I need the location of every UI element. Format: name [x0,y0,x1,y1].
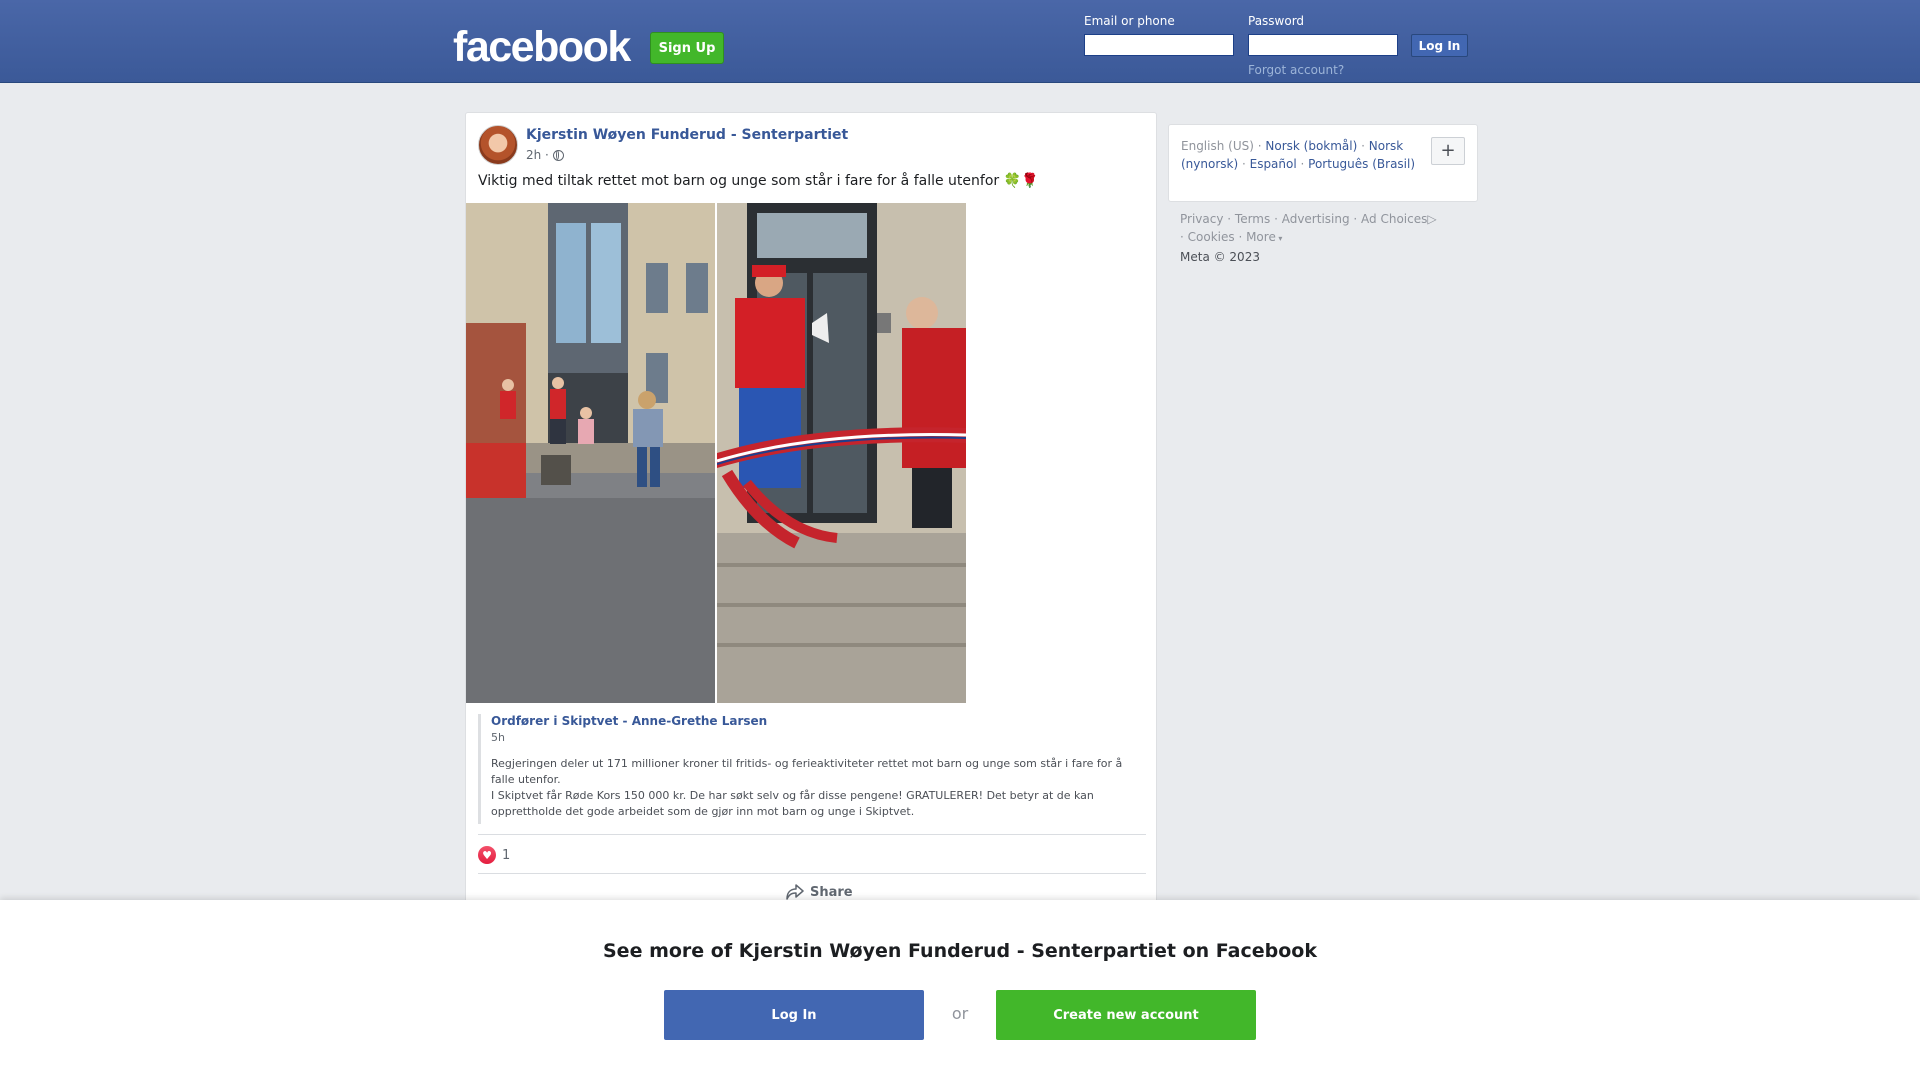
footer-links: Privacy · Terms · Advertising · Ad Choic… [1180,212,1437,264]
shared-post-text-line-2: I Skiptvet får Røde Kors 150 000 kr. De … [491,789,1094,818]
shared-post-author[interactable]: Ordfører i Skiptvet - Anne-Grethe Larsen [491,714,1138,728]
current-language: English (US) [1181,139,1254,153]
reactions-bar[interactable]: ♥ 1 [478,846,510,864]
shared-post[interactable]: Ordfører i Skiptvet - Anne-Grethe Larsen… [478,714,1138,824]
reaction-count: 1 [502,847,511,863]
or-separator: or [951,1004,969,1023]
login-prompt-overlay: See more of Kjerstin Wøyen Funderud - Se… [0,900,1920,1080]
facebook-logo[interactable]: facebook [453,24,631,70]
email-field[interactable] [1084,34,1234,56]
globe-icon [552,149,564,161]
footer-privacy-link[interactable]: Privacy [1180,212,1223,226]
caret-down-icon: ▾ [1275,234,1283,243]
create-account-button[interactable]: Create new account [996,990,1256,1040]
post-meta: 2h · [526,148,564,162]
language-selector: English (US) · Norsk (bokmål) · Norsk (n… [1168,124,1478,202]
actions-divider [478,873,1146,874]
footer-ad-choices-link[interactable]: Ad Choices [1361,212,1427,226]
copyright: Meta © 2023 [1180,250,1260,264]
login-prompt-title: See more of Kjerstin Wøyen Funderud - Se… [603,940,1317,962]
top-navigation-bar: facebook Sign Up Email or phone Password… [0,0,1920,83]
photo-2-illustration [717,203,966,703]
footer-more-link[interactable]: More [1246,230,1276,244]
post-card: Kjerstin Wøyen Funderud - Senterpartiet … [465,112,1157,912]
footer-cookies-link[interactable]: Cookies [1188,230,1235,244]
love-reaction-icon: ♥ [478,846,496,864]
post-photo-2[interactable] [717,203,966,703]
reactions-divider [478,834,1146,835]
share-button[interactable]: Share [786,884,853,900]
footer-advertising-link[interactable]: Advertising [1282,212,1350,226]
post-photo-1[interactable] [466,203,715,703]
share-icon [786,884,804,900]
password-field[interactable] [1248,34,1398,56]
post-text: Viktig med tiltak rettet mot barn og ung… [478,173,1039,189]
language-link-norsk-bokmal[interactable]: Norsk (bokmål) [1265,139,1357,153]
forgot-account-link[interactable]: Forgot account? [1248,63,1344,77]
language-link-portugues[interactable]: Português (Brasil) [1308,157,1415,171]
shared-post-text: Regjeringen deler ut 171 millioner krone… [491,756,1138,820]
ad-choices-icon: ▷ [1427,212,1437,226]
post-author-name[interactable]: Kjerstin Wøyen Funderud - Senterpartiet [526,127,848,143]
overlay-login-button[interactable]: Log In [664,990,924,1040]
language-link-espanol[interactable]: Español [1250,157,1297,171]
author-avatar[interactable] [478,125,518,165]
footer-terms-link[interactable]: Terms [1235,212,1270,226]
email-label: Email or phone [1084,14,1175,28]
photo-1-illustration [466,203,715,703]
shared-post-timestamp[interactable]: 5h [491,731,1138,744]
shared-post-text-line-1: Regjeringen deler ut 171 millioner krone… [491,757,1123,786]
header-login-button[interactable]: Log In [1411,34,1468,57]
sign-up-button[interactable]: Sign Up [650,32,724,64]
more-languages-button[interactable]: + [1431,137,1465,165]
share-label: Share [810,884,853,900]
post-timestamp[interactable]: 2h · [526,148,549,162]
password-label: Password [1248,14,1305,28]
